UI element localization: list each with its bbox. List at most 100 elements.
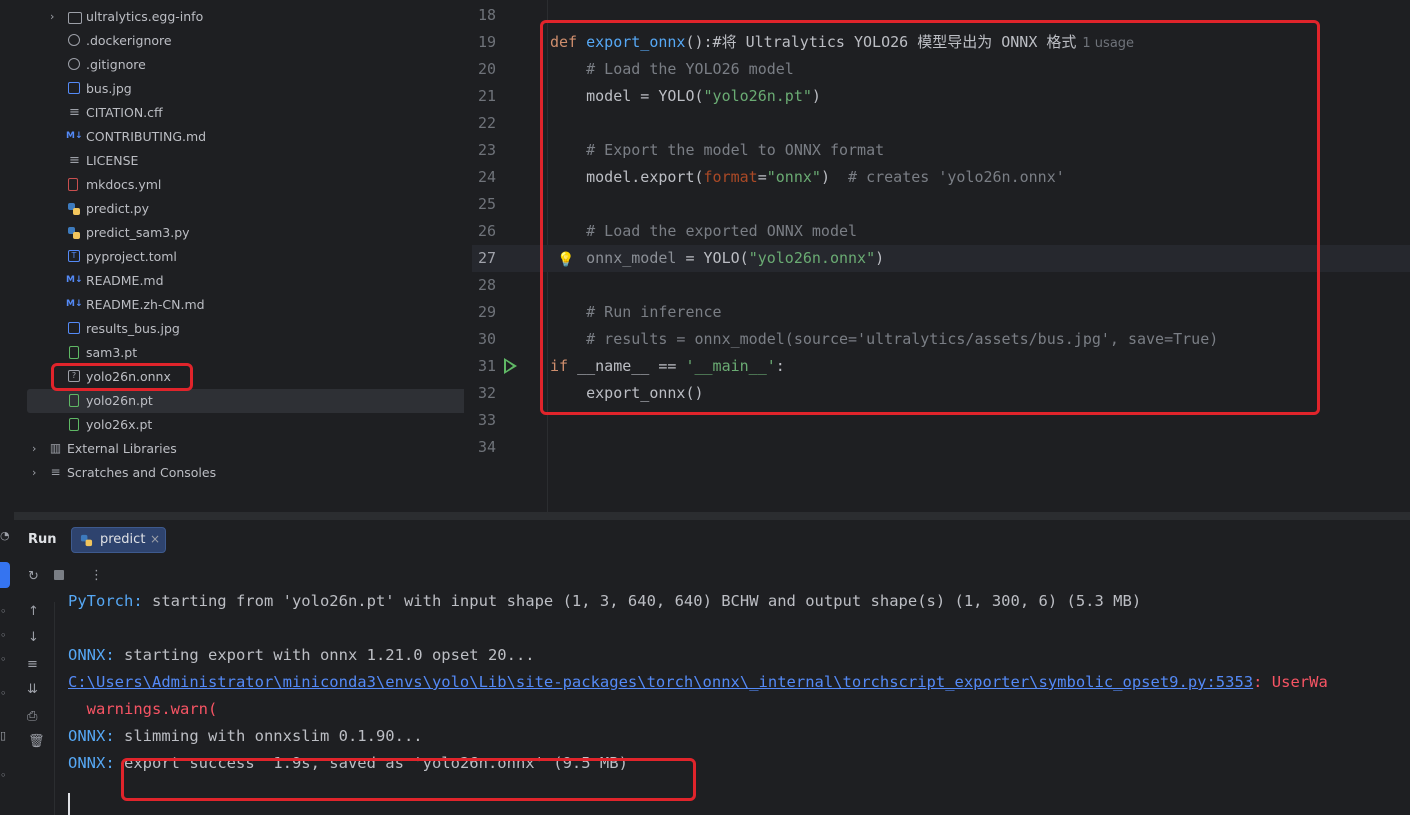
scroll-up-icon[interactable]: ↑ xyxy=(28,604,39,619)
trash-icon[interactable]: 🗑 xyxy=(28,734,45,749)
tree-item-label: README.zh-CN.md xyxy=(86,297,205,312)
console-line: ONNX: export success 1.9s, saved as 'yol… xyxy=(68,754,628,772)
code-line[interactable]: 24 model.export(format="onnx") # creates… xyxy=(472,164,1410,191)
tree-item-label: results_bus.jpg xyxy=(86,321,180,336)
scroll-to-end-icon[interactable]: ⇊ xyxy=(27,682,38,697)
line-number: 19 xyxy=(477,33,496,51)
soft-wrap-icon[interactable]: ≡ xyxy=(27,657,38,672)
print-icon[interactable]: ⎙ xyxy=(27,709,37,724)
tree-item[interactable]: M↓ README.md xyxy=(14,269,454,293)
code-line[interactable]: 23 # Export the model to ONNX format xyxy=(472,137,1410,164)
file-path-link[interactable]: C:\Users\Administrator\miniconda3\envs\y… xyxy=(68,673,1253,691)
code-line[interactable]: 26 # Load the exported ONNX model xyxy=(472,218,1410,245)
line-number: 33 xyxy=(477,411,496,429)
tree-item-scratches[interactable]: › ≡ Scratches and Consoles xyxy=(14,461,454,485)
code-text: def export_onnx():#将 Ultralytics YOLO26 … xyxy=(550,33,1135,51)
tree-item[interactable]: T pyproject.toml xyxy=(14,245,454,269)
tree-item[interactable]: mkdocs.yml xyxy=(14,173,454,197)
tree-item[interactable]: results_bus.jpg xyxy=(14,317,454,341)
code-line[interactable]: 28 xyxy=(472,272,1410,299)
line-number: 27 xyxy=(477,249,496,267)
tree-item[interactable]: predict_sam3.py xyxy=(14,221,454,245)
tool-strip-icon[interactable]: ◔ xyxy=(0,530,10,542)
console-line: ONNX: slimming with onnxslim 0.1.90... xyxy=(68,727,423,745)
code-text: if __name__ == '__main__': xyxy=(550,357,785,375)
usage-hint[interactable]: 1 usage xyxy=(1082,36,1134,51)
code-line[interactable]: 20 # Load the YOLO26 model xyxy=(472,56,1410,83)
chevron-right-icon[interactable]: › xyxy=(32,461,36,485)
chevron-right-icon[interactable]: › xyxy=(32,437,36,461)
run-tool-window: Run predict × ↻ ⋮ ↑ ↓ ≡ ⇊ ⎙ 🗑 PyTorch: s… xyxy=(14,520,1410,815)
toml-file-icon: T xyxy=(68,250,80,262)
console-output[interactable]: PyTorch: starting from 'yolo26n.pt' with… xyxy=(68,592,1410,815)
binary-file-icon xyxy=(69,418,79,431)
tree-item-label: CITATION.cff xyxy=(86,105,163,120)
unknown-file-icon: ? xyxy=(68,370,80,382)
tool-strip-icon[interactable]: ◦ xyxy=(0,654,10,666)
image-file-icon xyxy=(68,82,80,94)
code-line[interactable]: 31 if __name__ == '__main__': xyxy=(472,353,1410,380)
code-line[interactable]: 25 xyxy=(472,191,1410,218)
code-text: model = YOLO("yolo26n.pt") xyxy=(550,87,821,105)
code-editor[interactable]: 18 19 def export_onnx():#将 Ultralytics YO… xyxy=(472,0,1410,512)
code-line[interactable]: 29 # Run inference xyxy=(472,299,1410,326)
tree-item[interactable]: bus.jpg xyxy=(14,77,454,101)
tree-item[interactable]: M↓ README.zh-CN.md xyxy=(14,293,454,317)
tree-item-selected[interactable]: yolo26n.pt xyxy=(27,389,464,413)
image-file-icon xyxy=(68,322,80,334)
line-number: 28 xyxy=(477,276,496,294)
tree-item[interactable]: sam3.pt xyxy=(14,341,454,365)
more-options-icon[interactable]: ⋮ xyxy=(90,568,103,583)
scratches-icon: ≡ xyxy=(50,465,61,479)
run-tab-predict[interactable]: predict × xyxy=(71,527,166,553)
tree-item[interactable]: ? yolo26n.onnx xyxy=(14,365,454,389)
code-line[interactable]: 19 def export_onnx():#将 Ultralytics YOLO2… xyxy=(472,29,1410,56)
tree-item-label: ultralytics.egg-info xyxy=(86,9,204,24)
code-line[interactable]: 34 xyxy=(472,434,1410,461)
rerun-icon[interactable]: ↻ xyxy=(28,569,39,584)
tree-item-label: yolo26n.pt xyxy=(86,393,153,408)
code-line[interactable]: 32 export_onnx() xyxy=(472,380,1410,407)
panel-divider[interactable] xyxy=(14,512,1410,520)
tool-strip-icon[interactable]: ◦ xyxy=(0,770,10,782)
code-line[interactable]: 30 # results = onnx_model(source='ultral… xyxy=(472,326,1410,353)
tool-strip-icon[interactable]: ◦ xyxy=(0,688,10,700)
project-tree: › ultralytics.egg-info .dockerignore .gi… xyxy=(14,0,464,512)
tree-item-folder[interactable]: › ultralytics.egg-info xyxy=(14,5,454,29)
text-file-icon: ≡ xyxy=(69,153,80,168)
line-number: 23 xyxy=(477,141,496,159)
markdown-file-icon: M↓ xyxy=(66,299,83,309)
run-panel-title: Run xyxy=(28,532,57,547)
library-icon: ▥ xyxy=(49,441,62,455)
run-gutter-icon[interactable] xyxy=(504,358,517,374)
tree-item-label: .dockerignore xyxy=(86,33,172,48)
tree-item-label: README.md xyxy=(86,273,164,288)
tool-strip-icon[interactable]: ◦ xyxy=(0,606,10,618)
tree-item[interactable]: ≡ CITATION.cff xyxy=(14,101,454,125)
tree-item-external-libraries[interactable]: › ▥ External Libraries xyxy=(14,437,454,461)
line-number: 22 xyxy=(477,114,496,132)
run-tool-active-indicator[interactable] xyxy=(0,562,10,588)
code-line[interactable]: 22 xyxy=(472,110,1410,137)
tree-item[interactable]: .dockerignore xyxy=(14,29,454,53)
tool-strip-icon[interactable]: ▯ xyxy=(0,730,10,742)
stop-icon[interactable] xyxy=(54,570,64,580)
text-file-icon: ≡ xyxy=(69,105,80,120)
folder-icon xyxy=(68,12,82,24)
code-line[interactable]: 18 xyxy=(472,2,1410,29)
tool-strip-icon[interactable]: ◦ xyxy=(0,630,10,642)
tree-item[interactable]: .gitignore xyxy=(14,53,454,77)
tree-item[interactable]: M↓ CONTRIBUTING.md xyxy=(14,125,454,149)
chevron-right-icon[interactable]: › xyxy=(50,5,54,29)
code-line[interactable]: 21 model = YOLO("yolo26n.pt") xyxy=(472,83,1410,110)
code-line-current[interactable]: 27 💡 onnx_model = YOLO("yolo26n.onnx") xyxy=(472,245,1410,272)
close-icon[interactable]: × xyxy=(150,532,160,546)
tree-item[interactable]: yolo26x.pt xyxy=(14,413,454,437)
code-line[interactable]: 33 xyxy=(472,407,1410,434)
binary-file-icon xyxy=(69,346,79,359)
tree-item-label: Scratches and Consoles xyxy=(67,465,217,480)
tree-item[interactable]: predict.py xyxy=(14,197,454,221)
line-number: 25 xyxy=(477,195,496,213)
scroll-down-icon[interactable]: ↓ xyxy=(28,630,39,645)
tree-item[interactable]: ≡ LICENSE xyxy=(14,149,454,173)
